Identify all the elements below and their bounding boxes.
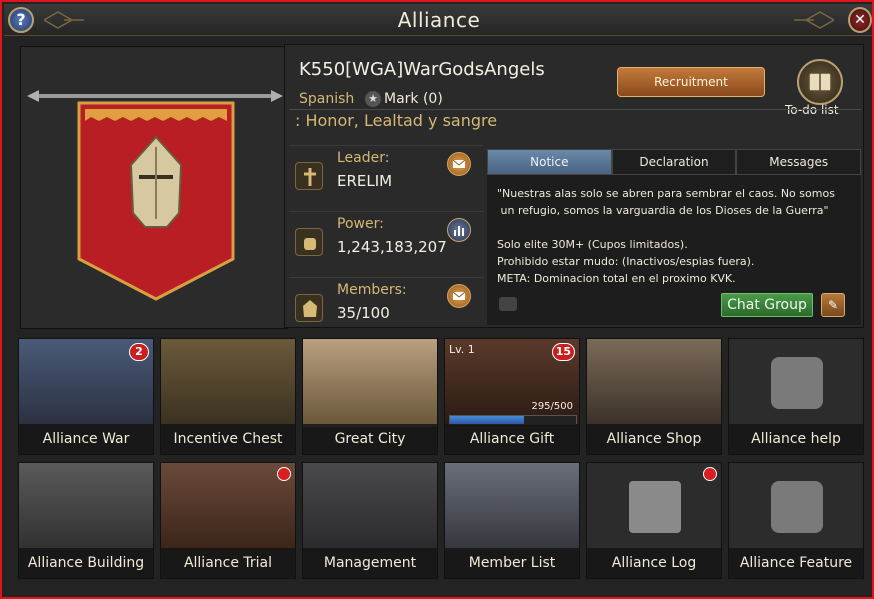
tile-alliance-feature[interactable]: Alliance Feature (728, 462, 864, 579)
gift-progress-fill (450, 416, 525, 424)
banner-gear-icon (771, 481, 823, 533)
tile-great-city[interactable]: Great City (302, 338, 438, 455)
members-stat: Members: 35/100 (289, 277, 483, 343)
tab-declaration[interactable]: Declaration (611, 149, 737, 175)
great-city-art (303, 339, 437, 427)
tile-member-list[interactable]: Member List (444, 462, 580, 579)
book-icon (808, 72, 832, 92)
alliance-shop-art (587, 339, 721, 427)
camera-icon[interactable] (499, 297, 517, 311)
scroll-icon (629, 481, 681, 533)
notice-text: "Nuestras alas solo se abren para sembra… (497, 187, 835, 285)
alliance-gift-label: Alliance Gift (445, 424, 579, 454)
tile-alliance-war[interactable]: 2 Alliance War (18, 338, 154, 455)
alliance-motto: : Honor, Lealtad y sangre (295, 111, 498, 130)
leader-label: Leader: (337, 150, 390, 166)
alliance-log-label: Alliance Log (587, 548, 721, 578)
alliance-building-art (19, 463, 153, 551)
star-icon: ★ (365, 91, 381, 107)
leader-value: ERELIM (337, 172, 393, 190)
alliance-help-label: Alliance help (729, 424, 863, 454)
edit-notice-icon[interactable]: ✎ (821, 293, 845, 317)
alliance-trial-label: Alliance Trial (161, 548, 295, 578)
alliance-log-dot (703, 467, 717, 481)
alliance-trial-dot (277, 467, 291, 481)
members-value: 35/100 (337, 304, 390, 322)
alliance-feature-label: Alliance Feature (729, 548, 863, 578)
title-bar: ? Alliance ✕ (4, 4, 872, 36)
handshake-icon (771, 357, 823, 409)
alliance-name: K550[WGA]WarGodsAngels (299, 59, 545, 80)
window-title: Alliance (397, 8, 481, 32)
tile-management[interactable]: Management (302, 462, 438, 579)
tile-alliance-help[interactable]: Alliance help (728, 338, 864, 455)
todo-list-icon[interactable] (797, 59, 843, 105)
close-button[interactable]: ✕ (848, 7, 872, 33)
alliance-overview: K550[WGA]WarGodsAngels Spanish ★ Mark (0)… (12, 40, 865, 330)
recruitment-button[interactable]: Recruitment (617, 67, 765, 97)
management-art (303, 463, 437, 551)
power-fist-icon (295, 228, 323, 256)
member-list-label: Member List (445, 548, 579, 578)
alliance-info-panel: K550[WGA]WarGodsAngels Spanish ★ Mark (0)… (284, 44, 864, 328)
alliance-window: ? Alliance ✕ K550[WGA]WarGodsAngels Span… (0, 0, 874, 599)
tile-incentive-chest[interactable]: Incentive Chest (160, 338, 296, 455)
alliance-shop-label: Alliance Shop (587, 424, 721, 454)
mark-label: Mark (0) (384, 91, 443, 107)
chat-group-button[interactable]: Chat Group (721, 293, 813, 317)
members-helmet-icon (295, 294, 323, 322)
tile-alliance-log[interactable]: Alliance Log (586, 462, 722, 579)
divider (289, 109, 861, 110)
tab-messages[interactable]: Messages (736, 149, 862, 175)
gift-progress-text: 295/500 (531, 401, 573, 412)
power-label: Power: (337, 216, 384, 232)
tile-alliance-trial[interactable]: Alliance Trial (160, 462, 296, 579)
incentive-chest-label: Incentive Chest (161, 424, 295, 454)
leader-cross-icon (295, 162, 323, 190)
tile-alliance-shop[interactable]: Alliance Shop (586, 338, 722, 455)
alliance-mark[interactable]: ★ Mark (0) (365, 91, 443, 107)
alliance-gift-badge: 15 (551, 343, 575, 361)
gift-level: Lv. 1 (449, 343, 475, 356)
member-list-art (445, 463, 579, 551)
mail-leader-icon[interactable] (447, 152, 471, 176)
alliance-language: Spanish (299, 91, 355, 107)
notice-panel: "Nuestras alas solo se abren para sembra… (487, 175, 861, 325)
power-value: 1,243,183,207 (337, 238, 447, 256)
alliance-war-label: Alliance War (19, 424, 153, 454)
tile-alliance-building[interactable]: Alliance Building (18, 462, 154, 579)
mail-members-icon[interactable] (447, 284, 471, 308)
tile-alliance-gift[interactable]: Lv. 1 15 295/500 Alliance Gift (444, 338, 580, 455)
power-stat: Power: 1,243,183,207 (289, 211, 483, 277)
todo-list-label[interactable]: To-do list (785, 103, 839, 117)
members-label: Members: (337, 282, 407, 298)
power-ranking-icon[interactable] (447, 218, 471, 242)
alliance-banner-panel[interactable] (20, 46, 288, 329)
incentive-chest-art (161, 339, 295, 427)
tab-notice[interactable]: Notice (487, 149, 612, 175)
alliance-building-label: Alliance Building (19, 548, 153, 578)
alliance-banner-icon (27, 90, 283, 301)
great-city-label: Great City (303, 424, 437, 454)
title-ornament-right-icon (794, 11, 834, 29)
notice-tabs: Notice Declaration Messages (487, 149, 862, 175)
alliance-war-badge: 2 (129, 343, 149, 361)
leader-stat: Leader: ERELIM (289, 145, 483, 211)
alliance-trial-art (161, 463, 295, 551)
management-label: Management (303, 548, 437, 578)
